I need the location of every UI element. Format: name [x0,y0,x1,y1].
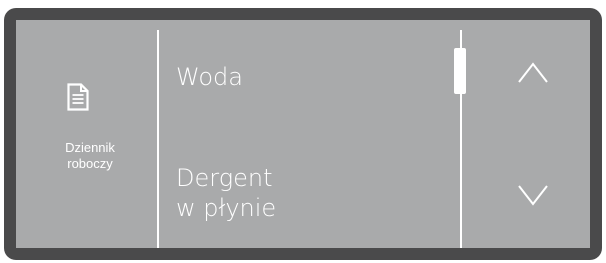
scroll-up-button[interactable] [500,48,566,108]
list-item-label-line2: w płynie [176,194,277,222]
divider-left [157,30,159,248]
menu-tile-label: Dziennik roboczy [40,140,140,172]
document-icon [67,83,89,116]
menu-tile-label-line2: roboczy [67,156,113,171]
list-item-water[interactable]: Woda [176,62,243,92]
chevron-down-icon [518,185,548,206]
chevron-up-icon [518,62,548,83]
scrollbar-thumb[interactable] [454,48,466,94]
list-item-liquid-detergent[interactable]: Dergent w płynie [176,163,276,223]
menu-tile-label-line1: Dziennik [65,140,115,155]
scroll-down-button[interactable] [500,170,566,230]
list-item-label-line1: Dergent [176,164,273,192]
list-item-label: Woda [176,63,243,91]
menu-tile-work-log[interactable]: Dziennik roboczy [40,70,140,190]
